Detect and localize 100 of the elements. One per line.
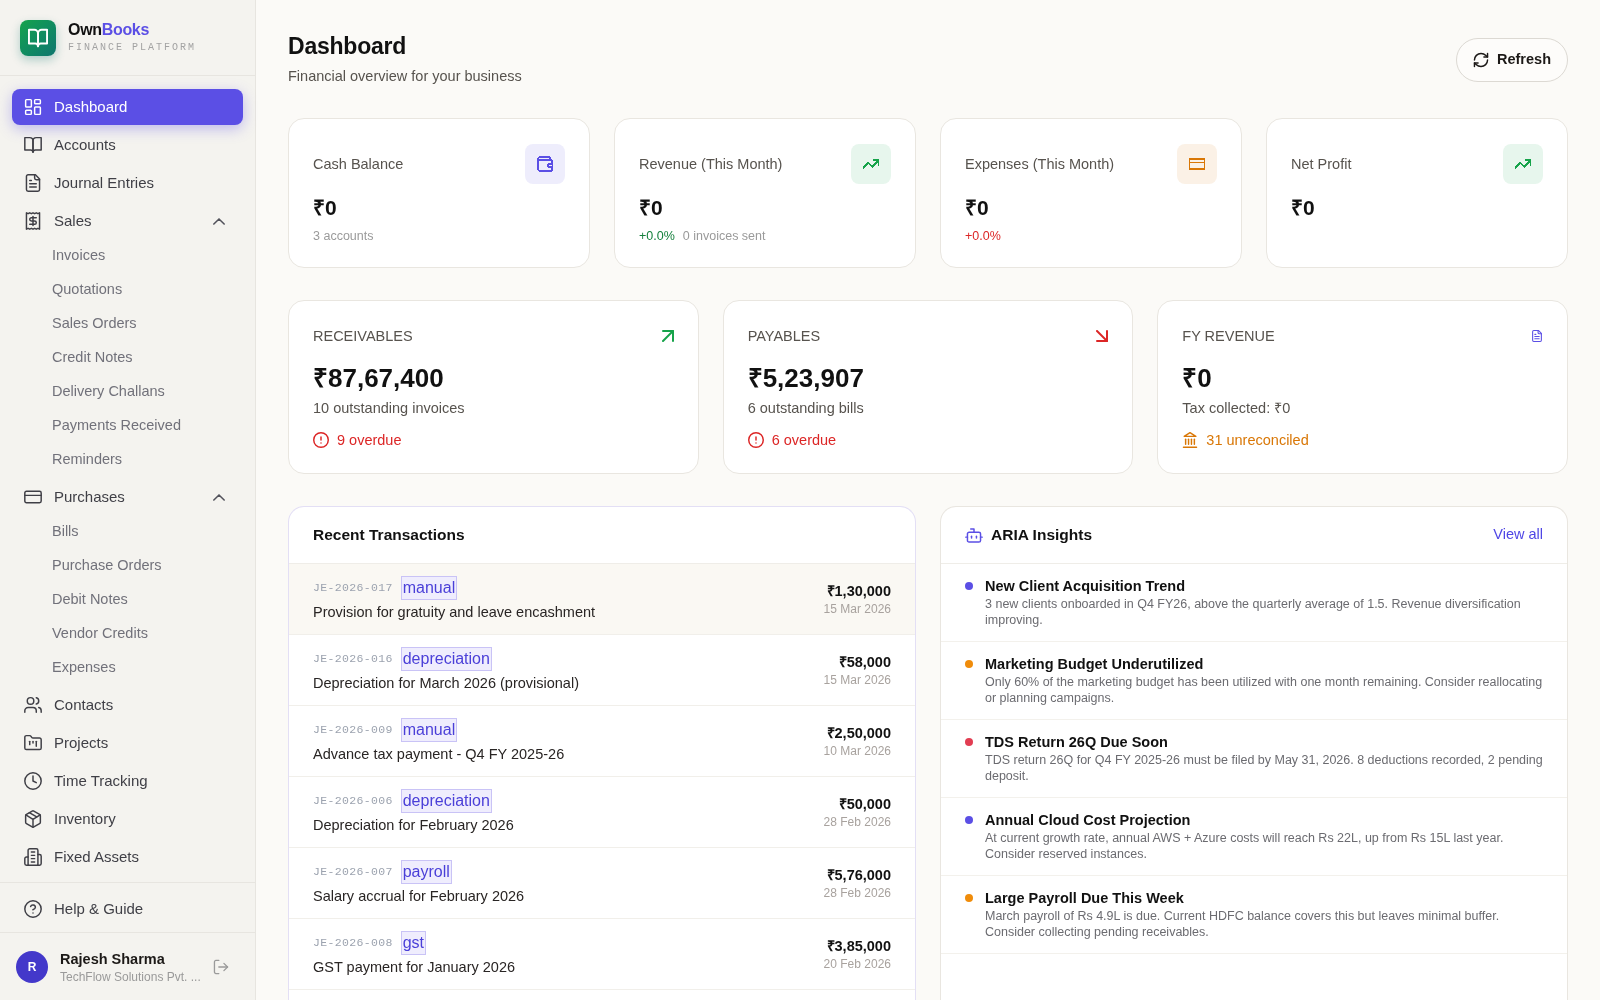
nav-item[interactable]: Inventory xyxy=(12,801,243,837)
user-name: Rajesh Sharma xyxy=(60,949,166,969)
summary-caption: 6 outstanding bills xyxy=(747,399,865,418)
summary-caption: Tax collected: ₹0 xyxy=(1182,399,1292,418)
alert-text: 6 overdue xyxy=(771,431,837,450)
nav-subitem[interactable]: Credit Notes xyxy=(12,341,243,375)
category-tag: depreciation xyxy=(400,647,492,671)
help-icon xyxy=(24,900,42,918)
insight-text: 3 new clients onboarded in Q4 FY26, above the quarterly average of 1.5. Revenue diversification improving. xyxy=(985,596,1522,628)
stat-label: Net Profit xyxy=(1291,155,1352,174)
logout-icon[interactable] xyxy=(213,958,229,975)
summary-caption: 10 outstanding invoices xyxy=(313,399,466,418)
entry-description: Depreciation for February 2026 xyxy=(313,816,514,835)
brand-name: OwnBooks xyxy=(68,20,151,40)
nav-subitem[interactable]: Quotations xyxy=(12,273,243,307)
stat-caption: 3 accounts xyxy=(313,228,374,244)
stat-value: ₹0 xyxy=(1291,195,1316,221)
refresh-button[interactable]: Refresh xyxy=(1456,38,1568,82)
trend-up-icon xyxy=(851,144,891,184)
trend-up-icon xyxy=(1503,144,1543,184)
entry-date: 10 Mar 2026 xyxy=(823,743,891,759)
nav-subitem[interactable]: Payments Received xyxy=(12,409,243,443)
summary-label: FY REVENUE xyxy=(1182,327,1275,346)
insight-text: At current growth rate, annual AWS + Azure costs will reach Rs 22L, up from Rs 15L last year. Consider reserved instances. xyxy=(985,830,1505,862)
entry-date: 15 Mar 2026 xyxy=(823,601,891,617)
nav-item[interactable]: Purchases xyxy=(12,479,243,515)
entry-description: Salary accrual for February 2026 xyxy=(313,887,525,906)
insight-text: TDS return 26Q for Q4 FY 2025-26 must be filed by May 31, 2026. 8 deductions recorded, 2 pending deposit. xyxy=(985,752,1543,784)
summary-label: RECEIVABLES xyxy=(313,327,413,346)
nav-subitem[interactable]: Sales Orders xyxy=(12,307,243,341)
clock-icon xyxy=(24,772,42,790)
category-tag: gst xyxy=(400,931,427,955)
transaction-row[interactable]: JE-2026-017 manual Provision for gratuity and leave encashment ₹1,30,000 15 Mar 2026 xyxy=(289,564,915,635)
nav-item[interactable]: Time Tracking xyxy=(12,763,243,799)
insight-title: TDS Return 26Q Due Soon xyxy=(985,733,1169,752)
nav-item[interactable]: Fixed Assets xyxy=(12,839,243,875)
entry-ref: JE-2026-007 xyxy=(313,864,393,881)
nav-subitem[interactable]: Bills xyxy=(12,515,243,549)
document-icon xyxy=(24,174,42,192)
user-avatar: R xyxy=(16,950,48,983)
summary-value: ₹0 xyxy=(1182,362,1213,394)
change-percent: +0.0% xyxy=(639,228,675,244)
view-all-link[interactable]: View all xyxy=(1493,524,1543,546)
alert-icon xyxy=(313,432,329,448)
wallet-icon xyxy=(525,144,565,184)
stat-value: ₹0 xyxy=(313,195,338,221)
nav-subitem[interactable]: Purchase Orders xyxy=(12,549,243,583)
nav-subitem[interactable]: Invoices xyxy=(12,239,243,273)
robot-icon xyxy=(965,527,983,543)
category-tag: payroll xyxy=(400,860,452,884)
insight-title: Annual Cloud Cost Projection xyxy=(985,811,1192,830)
nav-subitem[interactable]: Debit Notes xyxy=(12,583,243,617)
people-icon xyxy=(24,696,42,714)
alert-text: 9 overdue xyxy=(337,431,402,450)
nav-item[interactable]: Sales xyxy=(12,203,243,239)
nav-subitem[interactable]: Delivery Challans xyxy=(12,375,243,409)
help-link[interactable]: Help & Guide xyxy=(12,891,243,927)
entry-date: 15 Mar 2026 xyxy=(823,672,891,688)
stat-caption: 0 invoices sent xyxy=(682,228,766,244)
nav-item[interactable]: Accounts xyxy=(12,127,243,163)
nav-subitem[interactable]: Reminders xyxy=(12,443,243,477)
entry-ref: JE-2026-017 xyxy=(313,580,393,597)
entry-date: 28 Feb 2026 xyxy=(823,885,891,901)
stat-label: Cash Balance xyxy=(313,155,404,174)
entry-amount: ₹1,30,000 xyxy=(826,582,891,601)
page-subtitle: Financial overview for your business xyxy=(288,67,522,86)
alert-text: 31 unreconciled xyxy=(1206,431,1309,450)
panel-title: ARIA Insights xyxy=(991,525,1094,546)
nav-item[interactable]: Projects xyxy=(12,725,243,761)
card-icon xyxy=(24,488,42,506)
stat-value: ₹0 xyxy=(639,195,664,221)
stat-value: ₹0 xyxy=(965,195,990,221)
category-tag: depreciation xyxy=(400,789,492,813)
refresh-icon xyxy=(1473,52,1489,68)
stat-label: Expenses (This Month) xyxy=(965,155,1115,174)
nav-item[interactable]: Contacts xyxy=(12,687,243,723)
receipt-icon xyxy=(24,212,42,230)
panel-title: Recent Transactions xyxy=(313,525,465,546)
card-icon xyxy=(1177,144,1217,184)
summary-value: ₹87,67,400 xyxy=(313,362,445,394)
insight-title: Large Payroll Due This Week xyxy=(985,889,1185,908)
stat-label: Revenue (This Month) xyxy=(639,155,783,174)
entry-amount: ₹5,76,000 xyxy=(826,866,891,885)
logo-icon xyxy=(20,20,56,56)
book-icon xyxy=(24,136,42,154)
page-title: Dashboard xyxy=(288,32,408,60)
nav-subitem[interactable]: Expenses xyxy=(12,651,243,685)
nav-subitem[interactable]: Vendor Credits xyxy=(12,617,243,651)
entry-date: 28 Feb 2026 xyxy=(823,814,891,830)
entry-ref: JE-2026-006 xyxy=(313,793,393,810)
insight-text: March payroll of Rs 4.9L is due. Current HDFC balance covers this but leaves minimal buffer. Consider collecting pending receivables. xyxy=(985,908,1501,940)
company-name: TechFlow Solutions Pvt. ... xyxy=(60,968,201,985)
change-percent: +0.0% xyxy=(965,228,1001,244)
entry-amount: ₹2,50,000 xyxy=(826,724,891,743)
nav-item[interactable]: Dashboard xyxy=(12,89,243,125)
entry-date: 20 Feb 2026 xyxy=(823,956,891,972)
nav-item[interactable]: Journal Entries xyxy=(12,165,243,201)
summary-label: PAYABLES xyxy=(747,327,821,346)
alert-icon xyxy=(747,432,764,448)
category-tag: manual xyxy=(400,576,458,600)
